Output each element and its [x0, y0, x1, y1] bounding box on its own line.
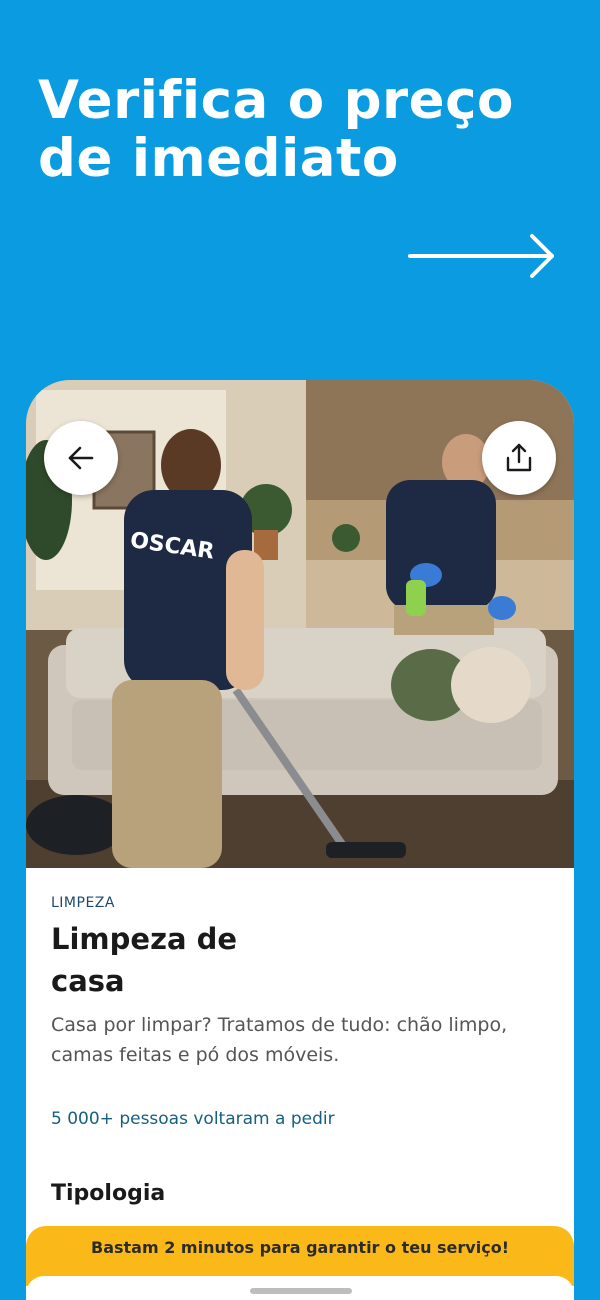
- share-icon: [506, 443, 532, 472]
- hero-headline-line1: Verifica o preço: [38, 70, 514, 131]
- service-card: OSCAR LIMPEZA Limpeza de casa Casa por l…: [26, 380, 574, 1300]
- hero-headline-line2: de imediato: [38, 128, 399, 189]
- hero-headline: Verifica o preço de imediato: [38, 72, 578, 188]
- arrow-right-icon[interactable]: [408, 230, 558, 282]
- arrow-left-icon: [68, 446, 94, 470]
- section-title-tipologia: Tipologia: [51, 1181, 166, 1206]
- service-description: Casa por limpar? Tratamos de tudo: chão …: [51, 1014, 508, 1066]
- service-title: Limpeza de casa: [51, 922, 238, 998]
- back-button[interactable]: [44, 421, 118, 495]
- service-category: LIMPEZA: [51, 895, 115, 911]
- social-proof: 5 000+ pessoas voltaram a pedir: [51, 1109, 335, 1129]
- home-indicator[interactable]: [250, 1288, 352, 1294]
- share-button[interactable]: [482, 421, 556, 495]
